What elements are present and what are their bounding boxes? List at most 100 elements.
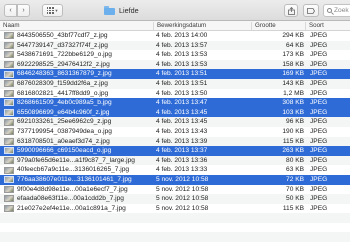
finder-toolbar: ‹ › ▼ Liefde Zoek — [0, 0, 350, 21]
file-row[interactable]: 6550896699_e64b4c960f_z.jpg 4 feb. 2013 1… — [0, 107, 350, 118]
image-thumbnail-icon — [4, 166, 14, 174]
file-date: 5 nov. 2012 10:58 — [156, 204, 209, 212]
image-thumbnail-icon — [4, 185, 14, 193]
file-list: 8443506550_43bf77cdf7_z.jpg 4 feb. 2013 1… — [0, 31, 350, 250]
back-button[interactable]: ‹ — [4, 4, 17, 17]
file-name-cell: 8443506550_43bf77cdf7_z.jpg — [0, 31, 151, 41]
file-kind: JPEG — [310, 60, 328, 68]
file-row — [0, 223, 350, 233]
image-thumbnail-icon — [4, 176, 14, 184]
file-size: 103 KB — [282, 108, 304, 116]
file-name-cell: 6922298525_29476412f2_z.jpg — [0, 60, 151, 70]
file-row[interactable]: 9f00e4d8d98e11e...00a1e6ecf7_7.jpg 5 nov.… — [0, 185, 350, 195]
image-thumbnail-icon — [4, 41, 14, 49]
file-date: 4 feb. 2013 13:50 — [156, 89, 208, 97]
share-button[interactable] — [284, 4, 298, 17]
file-size: 72 KB — [286, 175, 304, 183]
image-thumbnail-icon — [4, 128, 14, 136]
file-date: 4 feb. 2013 13:53 — [156, 51, 208, 59]
image-thumbnail-icon — [4, 157, 14, 165]
image-thumbnail-icon — [4, 137, 14, 145]
file-size: 64 KB — [286, 41, 304, 49]
file-row[interactable]: efaada08e63f11e...00a1cdd2b_7.jpg 5 nov. … — [0, 194, 350, 204]
file-row[interactable]: 5447739147_d37327f74f_z.jpg 4 feb. 2013 1… — [0, 40, 350, 51]
image-thumbnail-icon — [4, 80, 14, 88]
search-field[interactable]: Zoek — [323, 4, 350, 17]
file-name-cell: 5990096666_c69150eacd_o.jpg — [0, 146, 151, 156]
file-name: 8268661509_4eb0c989a5_b.jpg — [17, 99, 112, 107]
file-size: 96 KB — [286, 118, 304, 126]
view-options-button[interactable]: ▼ — [42, 4, 63, 17]
tag-button[interactable] — [303, 4, 319, 17]
file-row[interactable]: 6876028309_f159dd2f6a_z.jpg 4 feb. 2013 1… — [0, 78, 350, 89]
image-thumbnail-icon — [4, 204, 14, 212]
file-row — [0, 213, 350, 223]
file-kind: JPEG — [310, 108, 328, 116]
file-name-cell: 8268661509_4eb0c989a5_b.jpg — [0, 98, 151, 108]
file-size: 169 KB — [282, 70, 304, 78]
file-kind: JPEG — [310, 204, 328, 212]
file-name-cell: 6921033261_25ee6962c9_z.jpg — [0, 117, 151, 127]
file-date: 4 feb. 2013 13:33 — [156, 166, 208, 174]
file-name: 9f00e4d8d98e11e...00a1e6ecf7_7.jpg — [17, 185, 128, 193]
file-name-cell: 6816802821_4417ff8dd9_o.jpg — [0, 89, 151, 99]
file-kind: JPEG — [310, 70, 328, 78]
file-size: 158 KB — [282, 60, 304, 68]
file-kind: JPEG — [310, 32, 328, 39]
search-icon — [327, 8, 332, 13]
file-row[interactable]: 6816802821_4417ff8dd9_o.jpg 4 feb. 2013 1… — [0, 89, 350, 99]
folder-icon — [104, 6, 115, 15]
file-row[interactable]: 6922298525_29476412f2_z.jpg 4 feb. 2013 1… — [0, 59, 350, 70]
file-date: 4 feb. 2013 13:45 — [156, 118, 208, 126]
file-size: 115 KB — [282, 137, 304, 145]
file-name: 7377199954_0387949dea_o.jpg — [17, 127, 112, 135]
file-kind: JPEG — [310, 127, 328, 135]
file-name: 8443506550_43bf77cdf7_z.jpg — [17, 32, 108, 39]
file-size: 173 KB — [282, 51, 304, 59]
file-row[interactable]: 979a0fe65d6e11e...a1f9c87_7_large.jpg 4 f… — [0, 155, 350, 166]
forward-button[interactable]: › — [17, 4, 30, 17]
column-name[interactable]: Naam — [0, 22, 153, 30]
chevron-right-icon: › — [22, 7, 25, 14]
file-name-cell: efaada08e63f11e...00a1cdd2b_7.jpg — [0, 194, 151, 204]
file-kind: JPEG — [310, 137, 328, 145]
file-row[interactable]: 5438671691_722bbe6129_o.jpg 4 feb. 2013 1… — [0, 50, 350, 60]
image-thumbnail-icon — [4, 109, 14, 117]
file-date: 4 feb. 2013 13:47 — [156, 99, 208, 107]
file-row[interactable]: 8268661509_4eb0c989a5_b.jpg 4 feb. 2013 1… — [0, 98, 350, 108]
file-kind: JPEG — [310, 185, 328, 193]
file-name: 776aa38607e011e...3136101461_7.jpg — [17, 175, 132, 183]
file-row[interactable]: 6318708501_a0eaef3d74_z.jpg 4 feb. 2013 1… — [0, 136, 350, 147]
column-size[interactable]: Grootte — [251, 22, 305, 30]
file-row — [0, 242, 350, 250]
file-row[interactable]: 21e027e2ef4e11e...00a1c891a_7.jpg 5 nov. … — [0, 204, 350, 214]
file-row[interactable]: 5990096666_c69150eacd_o.jpg 4 feb. 2013 1… — [0, 146, 350, 156]
column-date-modified[interactable]: Bewerkingsdatum — [153, 22, 251, 30]
file-name-cell: 21e027e2ef4e11e...00a1c891a_7.jpg — [0, 204, 151, 214]
image-thumbnail-icon — [4, 195, 14, 203]
file-date: 4 feb. 2013 13:57 — [156, 41, 208, 49]
file-kind: JPEG — [310, 79, 328, 87]
image-thumbnail-icon — [4, 32, 14, 40]
file-name-cell: 776aa38607e011e...3136101461_7.jpg — [0, 175, 151, 185]
file-row[interactable]: 8443506550_43bf77cdf7_z.jpg 4 feb. 2013 1… — [0, 31, 350, 41]
file-row — [0, 232, 350, 243]
file-row[interactable]: 6846248363_8631367879_z.jpg 4 feb. 2013 1… — [0, 69, 350, 79]
file-row[interactable]: 776aa38607e011e...3136101461_7.jpg 5 nov.… — [0, 174, 350, 185]
file-name-cell: 6318708501_a0eaef3d74_z.jpg — [0, 137, 151, 147]
file-row[interactable]: 6921033261_25ee6962c9_z.jpg 4 feb. 2013 1… — [0, 117, 350, 127]
file-size: 63 KB — [286, 166, 304, 174]
image-thumbnail-icon — [4, 70, 14, 78]
file-date: 4 feb. 2013 14:00 — [156, 32, 208, 39]
file-date: 4 feb. 2013 13:51 — [156, 70, 208, 78]
chevron-down-icon: ▼ — [54, 8, 59, 13]
file-size: 80 KB — [286, 156, 304, 164]
file-name: 6846248363_8631367879_z.jpg — [17, 70, 112, 78]
column-kind[interactable]: Soort — [305, 22, 350, 30]
file-row[interactable]: 7377199954_0387949dea_o.jpg 4 feb. 2013 1… — [0, 127, 350, 137]
window-title: Liefde — [104, 5, 139, 16]
file-row[interactable]: 40feecb67a9c11e...3136016265_7.jpg 4 feb.… — [0, 165, 350, 175]
file-date: 4 feb. 2013 13:51 — [156, 79, 208, 87]
folder-title: Liefde — [119, 6, 139, 15]
file-kind: JPEG — [310, 175, 328, 183]
